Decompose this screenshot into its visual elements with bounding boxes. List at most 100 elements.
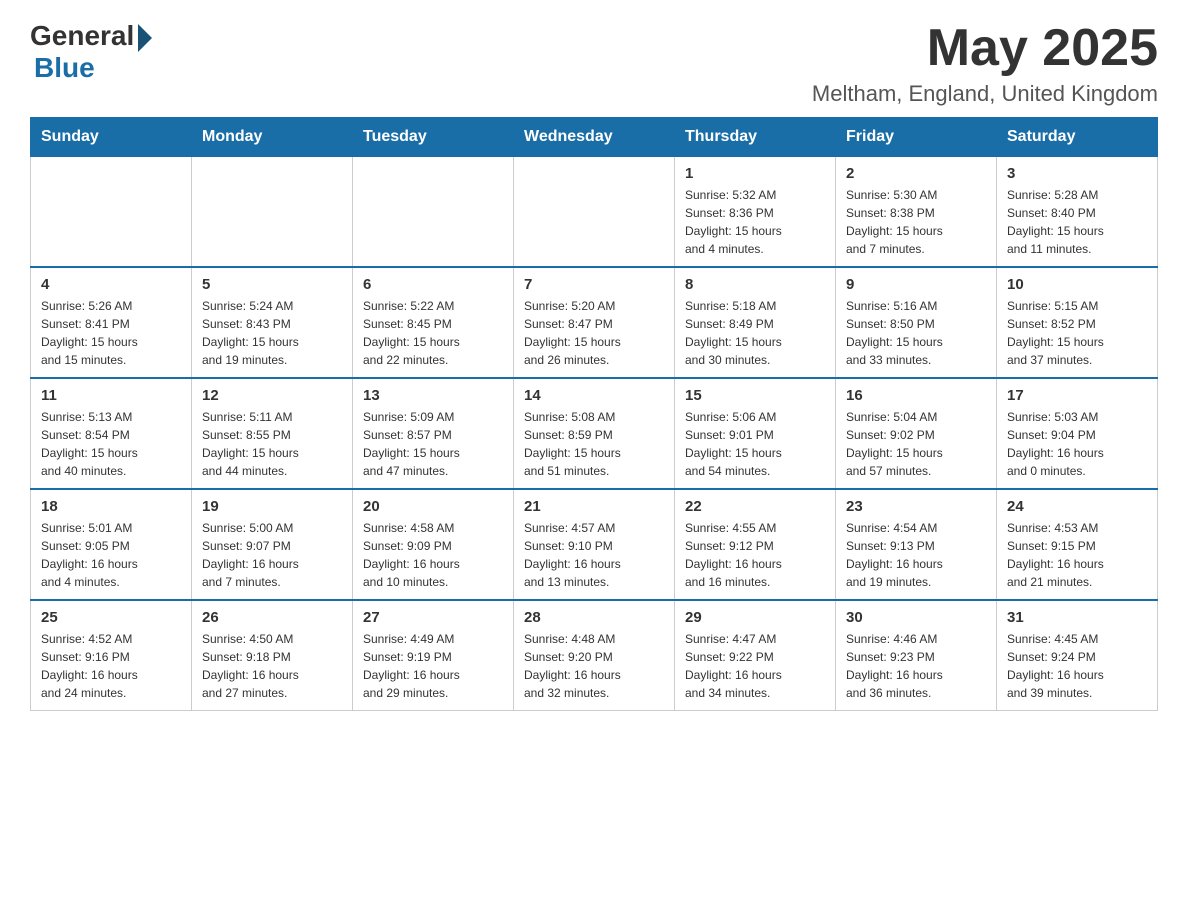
calendar-day-cell: 13 Sunrise: 5:09 AM Sunset: 8:57 PM Dayli… — [353, 378, 514, 489]
day-info: Sunrise: 4:55 AM Sunset: 9:12 PM Dayligh… — [685, 519, 825, 591]
day-info: Sunrise: 5:15 AM Sunset: 8:52 PM Dayligh… — [1007, 297, 1147, 369]
day-info: Sunrise: 5:13 AM Sunset: 8:54 PM Dayligh… — [41, 408, 181, 480]
calendar-week-row: 11Sunrise: 5:13 AM Sunset: 8:54 PM Dayli… — [31, 378, 1158, 489]
calendar-day-cell — [192, 157, 353, 268]
calendar-day-cell: 19 Sunrise: 5:00 AM Sunset: 9:07 PM Dayli… — [192, 489, 353, 600]
calendar-day-cell — [514, 157, 675, 268]
calendar-week-row: 25 Sunrise: 4:52 AM Sunset: 9:16 PM Dayli… — [31, 600, 1158, 711]
day-info: Sunrise: 4:58 AM Sunset: 9:09 PM Dayligh… — [363, 519, 503, 591]
month-title: May 2025 — [812, 20, 1158, 77]
day-info: Sunrise: 5:00 AM Sunset: 9:07 PM Dayligh… — [202, 519, 342, 591]
calendar-day-cell: 10 Sunrise: 5:15 AM Sunset: 8:52 PM Dayli… — [997, 267, 1158, 378]
day-number: 12 — [202, 387, 342, 404]
day-number: 31 — [1007, 609, 1147, 626]
day-number: 23 — [846, 498, 986, 515]
calendar-table: SundayMondayTuesdayWednesdayThursdayFrid… — [30, 117, 1158, 711]
calendar-day-cell — [353, 157, 514, 268]
calendar-day-cell: 29Sunrise: 4:47 AM Sunset: 9:22 PM Dayli… — [675, 600, 836, 711]
day-number: 26 — [202, 609, 342, 626]
day-number: 14 — [524, 387, 664, 404]
logo-general-text: General — [30, 20, 134, 52]
day-number: 21 — [524, 498, 664, 515]
page-header: General Blue May 2025 Meltham, England, … — [30, 20, 1158, 107]
logo-arrow-icon — [138, 24, 152, 52]
calendar-day-cell: 1 Sunrise: 5:32 AM Sunset: 8:36 PM Daylig… — [675, 157, 836, 268]
day-number: 16 — [846, 387, 986, 404]
day-info: Sunrise: 4:52 AM Sunset: 9:16 PM Dayligh… — [41, 630, 181, 702]
day-number: 20 — [363, 498, 503, 515]
day-number: 24 — [1007, 498, 1147, 515]
day-number: 1 — [685, 165, 825, 182]
calendar-day-cell: 16 Sunrise: 5:04 AM Sunset: 9:02 PM Dayli… — [836, 378, 997, 489]
day-number: 30 — [846, 609, 986, 626]
day-info: Sunrise: 4:45 AM Sunset: 9:24 PM Dayligh… — [1007, 630, 1147, 702]
day-info: Sunrise: 5:22 AM Sunset: 8:45 PM Dayligh… — [363, 297, 503, 369]
calendar-day-cell: 15 Sunrise: 5:06 AM Sunset: 9:01 PM Dayli… — [675, 378, 836, 489]
calendar-day-cell: 22Sunrise: 4:55 AM Sunset: 9:12 PM Dayli… — [675, 489, 836, 600]
day-info: Sunrise: 4:53 AM Sunset: 9:15 PM Dayligh… — [1007, 519, 1147, 591]
location-title: Meltham, England, United Kingdom — [812, 81, 1158, 107]
day-info: Sunrise: 5:03 AM Sunset: 9:04 PM Dayligh… — [1007, 408, 1147, 480]
day-info: Sunrise: 5:06 AM Sunset: 9:01 PM Dayligh… — [685, 408, 825, 480]
calendar-day-cell: 21 Sunrise: 4:57 AM Sunset: 9:10 PM Dayli… — [514, 489, 675, 600]
calendar-header-sunday: Sunday — [31, 118, 192, 157]
day-number: 9 — [846, 276, 986, 293]
day-number: 7 — [524, 276, 664, 293]
day-info: Sunrise: 4:49 AM Sunset: 9:19 PM Dayligh… — [363, 630, 503, 702]
day-number: 8 — [685, 276, 825, 293]
day-info: Sunrise: 5:09 AM Sunset: 8:57 PM Dayligh… — [363, 408, 503, 480]
day-info: Sunrise: 5:16 AM Sunset: 8:50 PM Dayligh… — [846, 297, 986, 369]
calendar-day-cell — [31, 157, 192, 268]
calendar-day-cell: 20 Sunrise: 4:58 AM Sunset: 9:09 PM Dayli… — [353, 489, 514, 600]
calendar-header-friday: Friday — [836, 118, 997, 157]
day-number: 2 — [846, 165, 986, 182]
day-info: Sunrise: 4:46 AM Sunset: 9:23 PM Dayligh… — [846, 630, 986, 702]
day-number: 29 — [685, 609, 825, 626]
day-number: 28 — [524, 609, 664, 626]
calendar-day-cell: 6 Sunrise: 5:22 AM Sunset: 8:45 PM Daylig… — [353, 267, 514, 378]
day-info: Sunrise: 4:54 AM Sunset: 9:13 PM Dayligh… — [846, 519, 986, 591]
calendar-day-cell: 12 Sunrise: 5:11 AM Sunset: 8:55 PM Dayli… — [192, 378, 353, 489]
calendar-day-cell: 8 Sunrise: 5:18 AM Sunset: 8:49 PM Daylig… — [675, 267, 836, 378]
day-info: Sunrise: 5:04 AM Sunset: 9:02 PM Dayligh… — [846, 408, 986, 480]
calendar-day-cell: 9 Sunrise: 5:16 AM Sunset: 8:50 PM Daylig… — [836, 267, 997, 378]
calendar-header-tuesday: Tuesday — [353, 118, 514, 157]
day-info: Sunrise: 5:18 AM Sunset: 8:49 PM Dayligh… — [685, 297, 825, 369]
calendar-header-wednesday: Wednesday — [514, 118, 675, 157]
day-number: 27 — [363, 609, 503, 626]
calendar-header-monday: Monday — [192, 118, 353, 157]
day-info: Sunrise: 5:20 AM Sunset: 8:47 PM Dayligh… — [524, 297, 664, 369]
calendar-week-row: 1 Sunrise: 5:32 AM Sunset: 8:36 PM Daylig… — [31, 157, 1158, 268]
calendar-header-saturday: Saturday — [997, 118, 1158, 157]
day-number: 13 — [363, 387, 503, 404]
calendar-day-cell: 4Sunrise: 5:26 AM Sunset: 8:41 PM Daylig… — [31, 267, 192, 378]
calendar-day-cell: 23 Sunrise: 4:54 AM Sunset: 9:13 PM Dayli… — [836, 489, 997, 600]
day-number: 18 — [41, 498, 181, 515]
day-number: 10 — [1007, 276, 1147, 293]
day-number: 17 — [1007, 387, 1147, 404]
day-info: Sunrise: 5:28 AM Sunset: 8:40 PM Dayligh… — [1007, 186, 1147, 258]
day-info: Sunrise: 5:30 AM Sunset: 8:38 PM Dayligh… — [846, 186, 986, 258]
calendar-day-cell: 7 Sunrise: 5:20 AM Sunset: 8:47 PM Daylig… — [514, 267, 675, 378]
calendar-day-cell: 31 Sunrise: 4:45 AM Sunset: 9:24 PM Dayli… — [997, 600, 1158, 711]
day-number: 6 — [363, 276, 503, 293]
calendar-day-cell: 5Sunrise: 5:24 AM Sunset: 8:43 PM Daylig… — [192, 267, 353, 378]
day-info: Sunrise: 5:32 AM Sunset: 8:36 PM Dayligh… — [685, 186, 825, 258]
day-info: Sunrise: 5:08 AM Sunset: 8:59 PM Dayligh… — [524, 408, 664, 480]
day-number: 3 — [1007, 165, 1147, 182]
day-info: Sunrise: 4:50 AM Sunset: 9:18 PM Dayligh… — [202, 630, 342, 702]
calendar-day-cell: 27 Sunrise: 4:49 AM Sunset: 9:19 PM Dayli… — [353, 600, 514, 711]
calendar-day-cell: 28Sunrise: 4:48 AM Sunset: 9:20 PM Dayli… — [514, 600, 675, 711]
day-number: 19 — [202, 498, 342, 515]
calendar-day-cell: 3 Sunrise: 5:28 AM Sunset: 8:40 PM Daylig… — [997, 157, 1158, 268]
calendar-day-cell: 24 Sunrise: 4:53 AM Sunset: 9:15 PM Dayli… — [997, 489, 1158, 600]
day-number: 5 — [202, 276, 342, 293]
day-number: 15 — [685, 387, 825, 404]
calendar-day-cell: 26 Sunrise: 4:50 AM Sunset: 9:18 PM Dayli… — [192, 600, 353, 711]
day-info: Sunrise: 4:57 AM Sunset: 9:10 PM Dayligh… — [524, 519, 664, 591]
day-number: 25 — [41, 609, 181, 626]
calendar-week-row: 4Sunrise: 5:26 AM Sunset: 8:41 PM Daylig… — [31, 267, 1158, 378]
title-area: May 2025 Meltham, England, United Kingdo… — [812, 20, 1158, 107]
day-info: Sunrise: 5:11 AM Sunset: 8:55 PM Dayligh… — [202, 408, 342, 480]
calendar-header-row: SundayMondayTuesdayWednesdayThursdayFrid… — [31, 118, 1158, 157]
